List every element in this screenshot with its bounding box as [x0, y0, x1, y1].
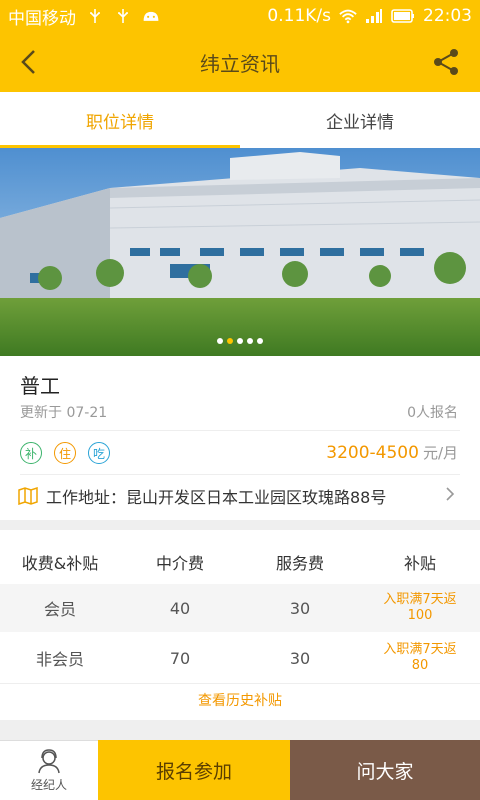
carousel-dot[interactable]	[257, 338, 263, 344]
benefit-tag-subsidy: 补	[20, 442, 42, 464]
page-title: 纬立资讯	[200, 51, 280, 76]
column-header: 中介费	[155, 554, 204, 573]
map-icon	[18, 487, 38, 505]
clock: 22:03	[423, 6, 472, 26]
factory-photo	[0, 148, 480, 356]
app-header: 纬立资讯	[0, 32, 480, 92]
wifi-icon	[339, 9, 357, 24]
chevron-left-icon[interactable]	[14, 46, 46, 78]
carousel-dot[interactable]	[237, 338, 243, 344]
history-subsidy-link[interactable]: 查看历史补贴	[0, 690, 480, 710]
usb-icon	[118, 9, 128, 23]
column-header: 服务费	[275, 554, 324, 573]
status-bar: 中国移动 0.11K/s 22:03	[0, 0, 480, 32]
carousel-dot[interactable]	[217, 338, 223, 344]
chevron-right-icon	[446, 487, 455, 501]
job-title: 普工	[20, 374, 60, 398]
subsidy-amount: 100	[407, 608, 433, 623]
agent-label: 经纪人	[30, 778, 67, 792]
agency-fee: 70	[169, 648, 191, 668]
divider	[0, 683, 480, 684]
service-fee: 30	[289, 648, 311, 668]
share-icon[interactable]	[430, 46, 462, 78]
divider	[20, 430, 460, 431]
usb-icon	[90, 9, 100, 23]
network-speed: 0.11K/s	[267, 6, 331, 26]
signup-count: 0人报名	[407, 405, 458, 421]
bottom-action-bar: 经纪人 报名参加 问大家	[0, 740, 480, 800]
subsidy-condition: 入职满7天返	[383, 642, 457, 657]
battery-icon	[391, 9, 414, 23]
salary-value: 3200-4500	[326, 443, 419, 463]
work-address-row[interactable]: 工作地址：昆山开发区日本工业园区玫瑰路88号	[18, 484, 455, 508]
signup-button[interactable]: 报名参加	[98, 740, 290, 800]
carousel-dot[interactable]	[247, 338, 253, 344]
salary-unit: 元/月	[422, 444, 458, 462]
benefit-tags: 补 住 吃	[20, 442, 110, 464]
benefit-tag-housing: 住	[54, 442, 76, 464]
salary-range: 3200-4500 元/月	[326, 442, 458, 463]
agency-fee: 40	[169, 598, 191, 618]
agent-button[interactable]: 经纪人	[0, 740, 98, 800]
work-address: 工作地址：昆山开发区日本工业园区玫瑰路88号	[46, 488, 387, 507]
carousel-dot-active[interactable]	[227, 338, 233, 344]
service-fee: 30	[289, 598, 311, 618]
member-type: 非会员	[35, 650, 84, 669]
subsidy-cell: 入职满7天返 100	[360, 592, 480, 624]
tab-job-details[interactable]: 职位详情	[0, 92, 240, 148]
agent-avatar-icon	[38, 749, 60, 774]
carrier-label: 中国移动	[8, 8, 76, 29]
updated-date: 更新于 07-21	[20, 405, 108, 421]
fees-table: 收费&补贴 中介费 服务费 补贴 会员 40 30 入职满7天返 100 非会员…	[0, 530, 480, 720]
column-header: 补贴	[403, 554, 436, 573]
table-row: 非会员 70 30 入职满7天返 80	[0, 634, 480, 682]
subsidy-condition: 入职满7天返	[383, 592, 457, 607]
tab-bar: 职位详情 企业详情	[0, 92, 480, 148]
job-info-card: 普工 更新于 07-21 0人报名 补 住 吃 3200-4500 元/月 工作地…	[0, 356, 480, 520]
table-header: 收费&补贴 中介费 服务费 补贴	[0, 542, 480, 582]
subsidy-cell: 入职满7天返 80	[360, 642, 480, 674]
benefit-tag-meals: 吃	[88, 442, 110, 464]
carousel-dots	[0, 338, 480, 344]
divider	[20, 474, 460, 475]
ask-everyone-button[interactable]: 问大家	[290, 740, 480, 800]
tab-company-details[interactable]: 企业详情	[240, 92, 480, 148]
table-row: 会员 40 30 入职满7天返 100	[0, 584, 480, 632]
member-type: 会员	[43, 600, 76, 619]
subsidy-amount: 80	[411, 658, 429, 673]
signal-icon	[366, 9, 382, 23]
column-header: 收费&补贴	[21, 554, 99, 573]
image-carousel[interactable]	[0, 148, 480, 356]
android-icon	[143, 11, 159, 21]
